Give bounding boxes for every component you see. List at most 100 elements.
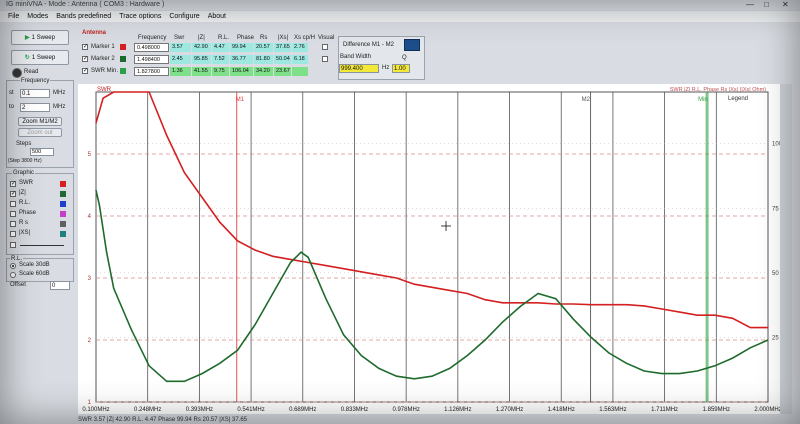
continuous-sweep-button[interactable]: ↻ 1 Sweep (11, 50, 69, 65)
trace-z-checkbox[interactable]: ✓ (10, 191, 16, 197)
series-point (102, 97, 104, 99)
series-point (95, 189, 97, 191)
marker-row-checkbox[interactable]: ✓ (82, 56, 88, 62)
x-tick-label: 1.418MHz (548, 407, 575, 413)
y-tick-label-left: 1 (88, 400, 92, 406)
series-point (466, 354, 468, 357)
line-style-checkbox[interactable] (10, 242, 16, 248)
marker-value-cell: 37.65 (274, 43, 291, 52)
series-point (466, 292, 468, 295)
menu-item-file[interactable]: File (8, 11, 19, 22)
marker-row-checkbox[interactable]: ✓ (82, 68, 88, 74)
band-width-value: 999.400 (339, 64, 379, 73)
series-point (289, 261, 292, 264)
trace-xs-checkbox[interactable] (10, 231, 16, 237)
series-point (106, 251, 108, 253)
marker-visual-checkbox[interactable] (322, 44, 328, 50)
series-point (625, 362, 628, 364)
marker-visual-checkbox[interactable] (322, 56, 328, 62)
vertical-scrollbar[interactable] (780, 84, 792, 414)
x-tick-label: 0.100MHz (82, 407, 109, 413)
chart-area[interactable]: 0.100MHz 0.248MHz 0.393MHz 0.541MHz 0.689MHz… (78, 84, 783, 414)
trace-color-swatch[interactable] (60, 211, 66, 217)
trace-color-swatch[interactable] (60, 181, 66, 187)
marker-column-header: Xs cp/H (294, 35, 316, 41)
maximize-icon[interactable]: □ (764, 0, 769, 10)
trace-rs-checkbox[interactable] (10, 221, 16, 227)
marker-color-swatch[interactable] (120, 56, 126, 62)
single-sweep-button[interactable]: ▶ 1 Sweep (11, 30, 69, 45)
marker-column-header: |Z| (198, 35, 205, 41)
x-tick-label: 1.270MHz (496, 407, 523, 413)
marker-row-checkbox[interactable]: ✓ (82, 44, 88, 50)
series-point (749, 347, 751, 349)
series-point (98, 205, 101, 207)
marker-color-swatch[interactable] (120, 44, 126, 50)
menu-item-about[interactable]: About (208, 11, 226, 22)
scale-30db-label: Scale 30dB (19, 262, 50, 268)
zoom-m1m2-button[interactable]: Zoom M1/M2 (18, 117, 62, 126)
marker-color-swatch[interactable] (120, 68, 126, 74)
zoom-out-button[interactable]: Zoom out (18, 128, 62, 137)
marker-column-header: |Xs| (278, 35, 289, 41)
series-point (714, 314, 716, 316)
menu-item-bands-predefined[interactable]: Bands predefined (56, 11, 111, 22)
menu-item-modes[interactable]: Modes (27, 11, 48, 22)
scale-60db-radio[interactable] (10, 272, 16, 278)
series-point (360, 271, 362, 273)
sweep-chart[interactable]: 0.100MHz 0.248MHz 0.393MHz 0.541MHz 0.689MHz… (78, 84, 782, 414)
control-panel: ▶ 1 Sweep ↻ 1 Sweep Read Frequency st 0.1 … (6, 30, 74, 390)
x-tick-label: 0.833MHz (341, 407, 368, 413)
marker-column-header: Swr (174, 35, 185, 41)
marker-value-cell: 41.55 (192, 67, 211, 76)
series-point (183, 380, 186, 382)
series-point (519, 305, 522, 308)
menu-item-trace-options[interactable]: Trace options (119, 11, 161, 22)
graphic-title: Graphic (12, 170, 36, 176)
scale-60db-label: Scale 60dB (19, 271, 50, 277)
offset-input[interactable]: 0 (50, 281, 70, 290)
steps-input[interactable]: 500 (30, 148, 54, 156)
trace-color-swatch[interactable] (60, 221, 66, 227)
trace-swr-checkbox[interactable]: ✓ (10, 181, 16, 187)
series-point (272, 255, 274, 257)
marker-value-cell: 3.57 (170, 43, 191, 52)
stop-frequency-input[interactable]: 2 (20, 103, 50, 112)
series-point (148, 91, 150, 93)
single-sweep-label: 1 Sweep (31, 35, 55, 41)
marker-value-cell: 6.18 (292, 55, 308, 64)
series-point (236, 349, 239, 351)
trace-phase-checkbox[interactable] (10, 211, 16, 217)
stop-label: to (9, 104, 15, 110)
trace-color-swatch[interactable] (60, 201, 66, 207)
marker-value-cell: 2.76 (292, 43, 308, 52)
trace-color-swatch[interactable] (60, 191, 66, 197)
menu-item-configure[interactable]: Configure (169, 11, 199, 22)
series-point (749, 327, 751, 329)
marker-row-name: SWR Min. (91, 68, 118, 74)
marker-value-cell: 95.85 (192, 55, 211, 64)
marker-value-cell: 4.47 (212, 43, 229, 52)
scale-30db-radio[interactable] (10, 263, 16, 269)
close-icon[interactable]: ✕ (782, 0, 789, 10)
series-point (537, 292, 539, 295)
marker-panel-title: Antenna (82, 30, 106, 36)
trace-color-swatch[interactable] (60, 231, 66, 237)
continuous-sweep-label: 1 Sweep (31, 55, 56, 61)
plot-frame (95, 91, 769, 403)
difference-meter-icon[interactable] (404, 39, 420, 51)
series-point (519, 302, 522, 304)
series-point (431, 286, 433, 288)
marker-row-name: Marker 1 (91, 44, 115, 50)
trace-rl-checkbox[interactable] (10, 201, 16, 207)
marker-value-cell: 42.90 (192, 43, 211, 52)
series-point (590, 304, 592, 306)
menu-bar: File Modes Bands predefined Trace options Co… (0, 11, 800, 22)
minimize-icon[interactable]: — (746, 0, 754, 10)
start-frequency-input[interactable]: 0.1 (20, 89, 50, 98)
marker-value-cell: 81.80 (254, 55, 273, 64)
trace-label: |XS| (19, 230, 31, 236)
status-bar: SWR 3.57 |Z| 42.90 R.L. 4.47 Phase 99.94… (78, 417, 248, 423)
x-tick-label: 0.393MHz (186, 407, 213, 413)
top-left-axis-label: SWR (97, 87, 112, 93)
